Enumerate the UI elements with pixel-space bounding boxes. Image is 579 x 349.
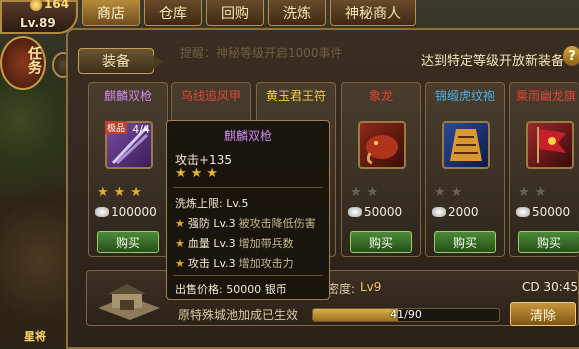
cooldown-timer: CD 30:45: [522, 280, 579, 294]
star-icon: ★: [175, 237, 185, 250]
item-price: 2000: [448, 205, 479, 219]
tiger-robe-icon: [450, 129, 482, 161]
progress-bar: 41/90: [312, 308, 500, 322]
item-card[interactable]: 象龙 ★★ 50000 购买: [341, 82, 421, 257]
item-stars: ★★: [434, 185, 468, 200]
tooltip-stat-desc: 被攻击降低伤害: [238, 217, 316, 230]
buy-button[interactable]: 购买: [97, 231, 159, 253]
tooltip-divider: [173, 275, 323, 276]
tooltip-title: 麒麟双枪: [223, 129, 272, 143]
tab-buyback[interactable]: 回购: [206, 0, 264, 26]
unlock-hint: 达到特定等级开放新装备: [421, 54, 565, 69]
silver-icon: [348, 207, 362, 217]
item-price: 50000: [532, 205, 571, 219]
help-button[interactable]: ?: [563, 46, 579, 66]
item-price: 100000: [111, 205, 157, 219]
item-price: 50000: [364, 205, 403, 219]
tooltip-wash-limit: 洗炼上限: Lv.5: [175, 197, 249, 210]
tooltip-stars: ★★★: [175, 166, 222, 181]
tooltip-stat-desc: 增加攻击力: [238, 257, 294, 270]
shop-tabs: 商店 仓库 回购 洗炼 神秘商人: [82, 0, 416, 28]
star-icon: ★: [175, 257, 185, 270]
side-label[interactable]: 星将: [24, 328, 46, 344]
item-count: 4/4: [132, 123, 150, 136]
tooltip-divider: [173, 187, 323, 188]
buy-button[interactable]: 购买: [518, 231, 579, 253]
item-stars: ★★: [518, 185, 552, 200]
coin-count: 164: [44, 0, 70, 11]
item-slot[interactable]: [526, 121, 574, 169]
item-slot[interactable]: 极品 4/4: [105, 121, 153, 169]
task-button[interactable]: 任务: [0, 36, 46, 90]
tooltip-stat-desc: 增加带兵数: [238, 237, 294, 250]
tooltip-stat: 强防 Lv.3: [187, 217, 236, 230]
city-building-icon: [94, 276, 164, 326]
equipment-category-tab[interactable]: 装备: [78, 48, 163, 74]
tooltip-sale-price: 出售价格: 50000 银币: [175, 283, 287, 296]
silver-icon: [95, 207, 109, 217]
item-name: 象龙: [368, 89, 393, 103]
bonus-effect-text: 原特殊城池加成已生效: [178, 308, 299, 322]
item-tooltip: 麒麟双枪 攻击+135 ★★★ 洗炼上限: Lv.5 ★ 强防 Lv.3 被攻击降低…: [166, 120, 330, 300]
player-level: Lv.89: [20, 16, 56, 30]
item-name: 乌线追风甲: [180, 89, 241, 103]
game-scene: Lv.89 164 任务 星将 商店 仓库 回购 洗炼 神秘商人 提醒：神秘等级…: [0, 0, 579, 349]
item-card[interactable]: 乘雨幽龙旗 ★★ 50000 购买: [509, 82, 579, 257]
progress-label: 密度:: [327, 282, 356, 296]
progress-text: 41/90: [390, 308, 422, 321]
item-card[interactable]: 锦缎虎纹袍 ★★ 2000 购买: [425, 82, 505, 257]
tooltip-stat-row: ★ 强防 Lv.3 被攻击降低伤害: [175, 215, 316, 231]
item-name: 锦缎虎纹袍: [434, 89, 495, 103]
tab-mystery-merchant[interactable]: 神秘商人: [330, 0, 416, 26]
tooltip-stat: 血量 Lv.3: [187, 237, 236, 250]
tooltip-stat: 攻击 Lv.3: [187, 257, 236, 270]
background-notice: 提醒：神秘等级开启1000事件: [180, 46, 343, 60]
task-label: 任务: [26, 46, 42, 74]
tooltip-stat-row: ★ 血量 Lv.3 增加带兵数: [175, 235, 294, 251]
item-name: 黄玉君王符: [265, 89, 326, 103]
item-slot[interactable]: [358, 121, 406, 169]
dragon-flag-icon: [537, 127, 566, 163]
item-card[interactable]: 麒麟双枪 极品 4/4 ★★★ 100000 购买: [88, 82, 168, 257]
tab-warehouse[interactable]: 仓库: [144, 0, 202, 26]
clear-button[interactable]: 清除: [510, 302, 576, 326]
buy-button[interactable]: 购买: [434, 231, 496, 253]
silver-icon: [432, 207, 446, 217]
star-icon: ★: [175, 217, 185, 230]
item-stars: ★★★: [97, 185, 147, 200]
tab-refine[interactable]: 洗炼: [268, 0, 326, 26]
elephant-dragon-icon: [366, 135, 398, 165]
tooltip-stat-row: ★ 攻击 Lv.3 增加攻击力: [175, 255, 294, 271]
tab-shop[interactable]: 商店: [82, 0, 140, 26]
buy-button[interactable]: 购买: [350, 231, 412, 253]
item-name: 麒麟双枪: [103, 89, 152, 103]
progress-level: Lv9: [360, 280, 382, 294]
item-quality-badge: 极品: [105, 121, 128, 134]
item-stars: ★★: [350, 185, 384, 200]
item-name: 乘雨幽龙旗: [516, 89, 577, 103]
silver-icon: [516, 207, 530, 217]
item-slot[interactable]: [442, 121, 490, 169]
